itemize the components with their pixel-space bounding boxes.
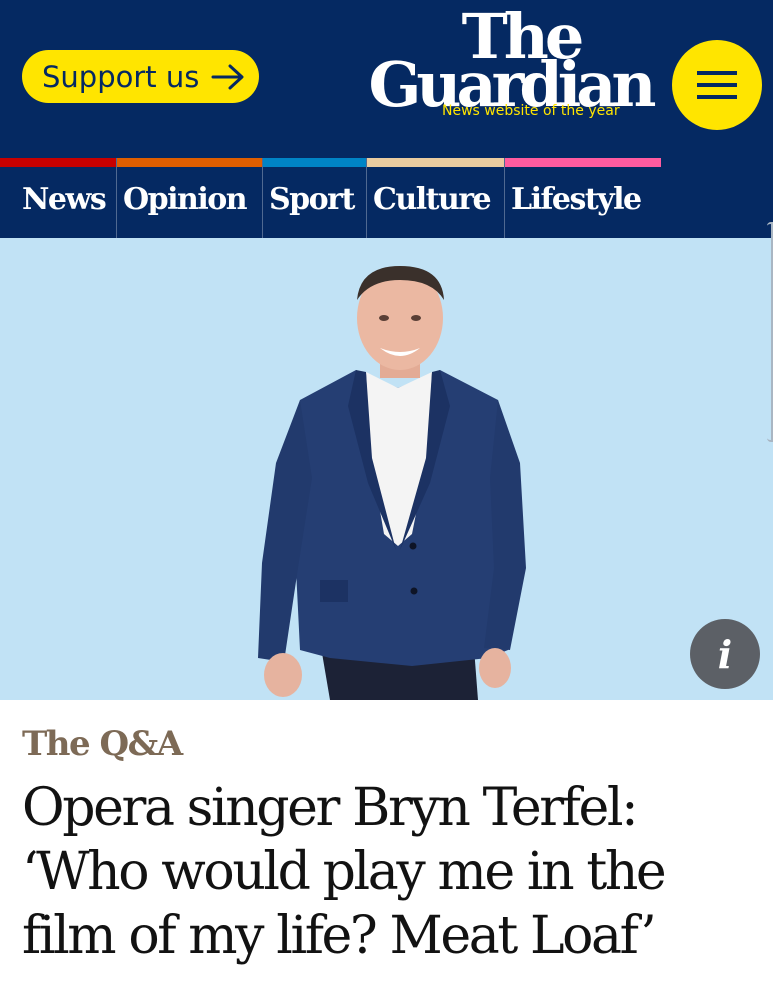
nav-item-lifestyle[interactable]: Lifestyle <box>505 158 661 238</box>
nav-item-news[interactable]: News <box>0 158 117 238</box>
nav-item-opinion[interactable]: Opinion <box>117 158 263 238</box>
person-photo <box>258 266 526 700</box>
nav-stripe-culture <box>367 158 504 167</box>
support-us-button[interactable]: Support us <box>22 50 259 103</box>
article-main-image: i <box>0 238 773 700</box>
guardian-logo[interactable]: The Guardian News website of the year <box>366 6 666 119</box>
nav-item-sport[interactable]: Sport <box>263 158 367 238</box>
support-us-label: Support us <box>42 59 200 94</box>
nav-stripe-lifestyle <box>505 158 661 167</box>
nav-stripe-sport <box>263 158 366 167</box>
masthead: Support us The Guardian News website of … <box>0 0 773 158</box>
nav-label-sport: Sport <box>269 181 355 217</box>
nav-item-culture[interactable]: Culture <box>367 158 505 238</box>
nav-stripe-news <box>0 158 116 167</box>
scrollbar[interactable] <box>767 222 773 442</box>
image-info-button[interactable]: i <box>690 619 760 689</box>
article-headline: Opera singer Bryn Terfel: ‘Who would pla… <box>22 778 667 966</box>
logo-tagline: News website of the year <box>442 103 620 119</box>
article-kicker[interactable]: The Q&A <box>22 724 183 764</box>
nav-label-lifestyle: Lifestyle <box>511 181 642 217</box>
pillar-nav: News Opinion Sport Culture Lifestyle <box>0 158 773 238</box>
nav-label-culture: Culture <box>373 181 492 217</box>
menu-button[interactable] <box>672 40 762 130</box>
nav-label-opinion: Opinion <box>123 181 248 217</box>
nav-stripe-opinion <box>117 158 262 167</box>
nav-label-news: News <box>22 181 107 217</box>
arrow-right-icon <box>211 64 245 90</box>
info-icon: i <box>717 631 733 677</box>
